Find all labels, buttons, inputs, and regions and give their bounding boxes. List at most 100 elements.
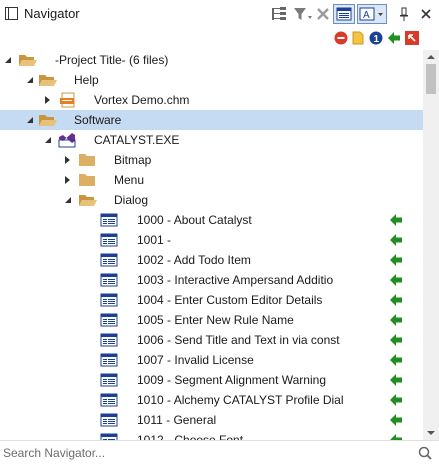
tree-view-icon[interactable]	[268, 4, 290, 24]
tree-item-label: 1007 - Invalid License	[137, 353, 254, 367]
window-title: Navigator	[24, 6, 80, 21]
info-icon[interactable]: 1	[369, 31, 383, 45]
tree-item-software[interactable]: Software	[0, 110, 423, 130]
go-green-icon[interactable]	[390, 334, 402, 346]
tree-item-label: -Project Title- (6 files)	[55, 53, 169, 67]
exit-red-icon[interactable]	[405, 31, 419, 45]
tree-item-menu[interactable]: Menu	[0, 170, 423, 190]
tree-item-label: 1012 - Choose Font	[137, 433, 244, 440]
tree-item-label: 1000 - About Catalyst	[137, 213, 252, 227]
pin-icon[interactable]	[397, 4, 411, 24]
new-file-icon[interactable]	[351, 31, 365, 45]
tree-item-label: Dialog	[114, 193, 149, 207]
visual-studio-icon	[58, 133, 76, 148]
tree-item-dialog-resource[interactable]: 1005 - Enter New Rule Name	[0, 310, 423, 330]
tree-item-label: 1006 - Send Title and Text in via const	[137, 333, 340, 347]
svg-text:A: A	[363, 10, 370, 21]
tree-item-dialog-resource[interactable]: 1004 - Enter Custom Editor Details	[0, 290, 423, 310]
tree-item-label: Vortex Demo.chm	[94, 93, 190, 107]
dialog-resource-icon	[100, 333, 118, 347]
tree-item-label: 1003 - Interactive Ampersand Additio	[137, 273, 334, 287]
tree-item-label: Bitmap	[114, 153, 152, 167]
go-green-icon[interactable]	[390, 234, 402, 246]
filter-icon[interactable]	[292, 4, 314, 24]
scrollbar-thumb[interactable]	[426, 64, 436, 94]
go-green-icon[interactable]	[390, 254, 402, 266]
tree-item-dialog-resource[interactable]: 1007 - Invalid License	[0, 350, 423, 370]
clear-filter-icon[interactable]	[315, 4, 331, 24]
tree-item-label: 1005 - Enter New Rule Name	[137, 313, 294, 327]
stop-icon[interactable]	[334, 31, 348, 45]
go-green-icon[interactable]	[387, 31, 401, 45]
tree-item-dialog-resource[interactable]: 1010 - Alchemy CATALYST Profile Dial	[0, 390, 423, 410]
folder-icon	[79, 154, 95, 166]
scroll-up-arrow-icon[interactable]	[427, 54, 435, 60]
go-green-icon[interactable]	[390, 294, 402, 306]
dialog-resource-icon	[100, 353, 118, 367]
tree-item-dialog-resource[interactable]: 1001 -	[0, 230, 423, 250]
go-green-icon[interactable]	[390, 214, 402, 226]
close-icon[interactable]	[418, 4, 434, 24]
dialog-resource-icon	[100, 213, 118, 227]
tree-item-catalyst-exe[interactable]: CATALYST.EXE	[0, 130, 423, 150]
text-view-icon[interactable]: A	[357, 4, 387, 24]
open-folder-icon	[19, 55, 37, 66]
expanded-arrow-icon[interactable]	[4, 55, 12, 65]
tree-item-label: Menu	[114, 173, 145, 187]
tree-item-dialog-resource[interactable]: 1006 - Send Title and Text in via const	[0, 330, 423, 350]
dropdown-icon	[378, 13, 383, 16]
collapsed-arrow-icon[interactable]	[64, 155, 72, 165]
tree-item-dialog-resource[interactable]: 1009 - Segment Alignment Warning	[0, 370, 423, 390]
tree-item-label: 1001 -	[137, 233, 172, 247]
tree-item-dialog-resource[interactable]: 1002 - Add Todo Item	[0, 250, 423, 270]
search-bar	[0, 440, 439, 466]
svg-text:1: 1	[374, 34, 380, 45]
folder-icon	[79, 174, 95, 186]
dialog-resource-icon	[100, 373, 118, 387]
expanded-arrow-icon[interactable]	[44, 135, 52, 145]
dialog-resource-icon	[100, 293, 118, 307]
tree-item-label: Software	[74, 113, 122, 127]
tree-item-help[interactable]: Help	[0, 70, 423, 90]
open-folder-icon	[39, 75, 57, 86]
search-icon[interactable]	[418, 446, 432, 460]
dialog-resource-icon	[100, 253, 118, 267]
tree-item-label: 1011 - General	[137, 413, 217, 427]
window-icon	[5, 7, 18, 20]
tree-item-dialog-resource[interactable]: 1011 - General	[0, 410, 423, 430]
go-green-icon[interactable]	[390, 394, 402, 406]
tree-item-dialog-resource[interactable]: 1012 - Choose Font	[0, 430, 423, 440]
go-green-icon[interactable]	[390, 274, 402, 286]
tree-item-label: Help	[74, 73, 99, 87]
tree-item-bitmap[interactable]: Bitmap	[0, 150, 423, 170]
go-green-icon[interactable]	[390, 314, 402, 326]
tree-item-help-file[interactable]: Vortex Demo.chm	[0, 90, 423, 110]
go-green-icon[interactable]	[390, 374, 402, 386]
open-folder-icon	[79, 195, 97, 206]
dialog-resource-icon	[100, 393, 118, 407]
tree-item-dialog-resource[interactable]: 1003 - Interactive Ampersand Additio	[0, 270, 423, 290]
collapsed-arrow-icon[interactable]	[64, 175, 72, 185]
expanded-arrow-icon[interactable]	[26, 115, 34, 125]
tree-item-label: 1002 - Add Todo Item	[137, 253, 251, 267]
vertical-scrollbar[interactable]	[423, 50, 439, 440]
tree-item-label: 1004 - Enter Custom Editor Details	[137, 293, 323, 307]
dialog-resource-icon	[100, 313, 118, 327]
dialog-resource-icon	[100, 433, 118, 440]
expanded-arrow-icon[interactable]	[64, 195, 72, 205]
dialog-resource-icon	[100, 413, 118, 427]
tree-item-dialog-resource[interactable]: 1000 - About Catalyst	[0, 210, 423, 230]
go-green-icon[interactable]	[390, 354, 402, 366]
tree-item-project[interactable]: -Project Title- (6 files)	[0, 50, 423, 70]
dialog-resource-icon	[100, 273, 118, 287]
go-green-icon[interactable]	[390, 414, 402, 426]
tree-item-label: 1010 - Alchemy CATALYST Profile Dial	[137, 393, 344, 407]
list-view-icon[interactable]	[333, 4, 355, 24]
search-input[interactable]	[3, 444, 403, 462]
tree-item-label: CATALYST.EXE	[94, 133, 180, 147]
collapsed-arrow-icon[interactable]	[44, 95, 52, 105]
chm-file-icon	[60, 92, 75, 108]
expanded-arrow-icon[interactable]	[26, 75, 34, 85]
tree-item-dialog[interactable]: Dialog	[0, 190, 423, 210]
scroll-down-arrow-icon[interactable]	[427, 430, 435, 436]
